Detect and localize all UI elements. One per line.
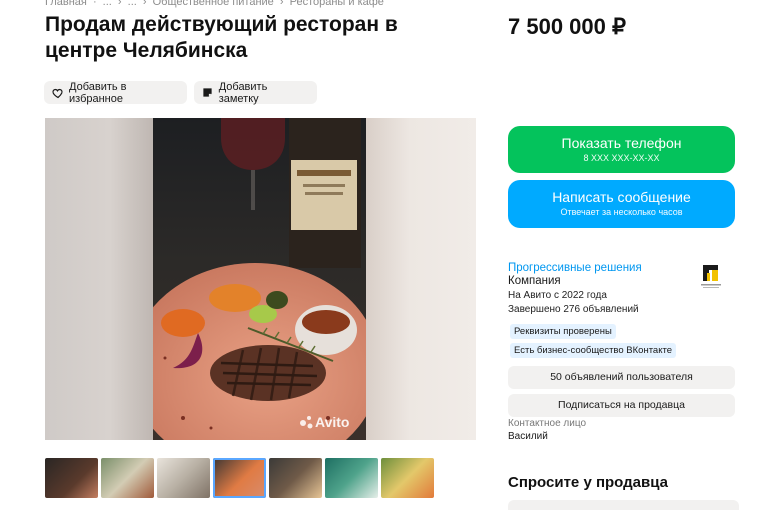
avito-watermark: Avito xyxy=(315,414,350,430)
thumbnail[interactable] xyxy=(157,458,210,498)
thumbnail[interactable] xyxy=(381,458,434,498)
seller-completed: Завершено 276 объявлений xyxy=(508,304,639,315)
show-phone-button[interactable]: Показать телефон 8 XXX XXX-XX-XX xyxy=(508,126,735,173)
thumbnail[interactable] xyxy=(101,458,154,498)
ask-seller-box[interactable] xyxy=(508,500,739,510)
write-message-label: Написать сообщение xyxy=(552,189,691,205)
contact-person-label: Контактное лицо xyxy=(508,418,587,429)
company-logo[interactable] xyxy=(694,259,728,293)
verified-badge: Реквизиты проверены xyxy=(510,324,616,339)
thumbnail-strip xyxy=(45,458,434,498)
add-note-label: Добавить заметку xyxy=(218,80,268,105)
user-ads-button[interactable]: 50 объявлений пользователя xyxy=(508,366,735,389)
response-time: Отвечает за несколько часов xyxy=(560,207,683,217)
breadcrumb-sep: › xyxy=(279,0,284,8)
breadcrumb-sep: › xyxy=(117,0,122,8)
thumbnail-active[interactable] xyxy=(213,458,266,498)
vk-community-badge[interactable]: Есть бизнес-сообщество ВКонтакте xyxy=(510,343,677,358)
breadcrumb-category[interactable]: Общественное питание xyxy=(153,0,274,8)
main-photo[interactable]: Avito xyxy=(153,118,366,440)
breadcrumb: Главная · ... › ... › Общественное питан… xyxy=(45,0,387,8)
breadcrumb-sep: › xyxy=(142,0,147,8)
gallery-blur-left xyxy=(45,118,153,440)
price: 7 500 000 ₽ xyxy=(508,14,626,39)
photo-gallery[interactable]: Avito xyxy=(45,118,476,440)
add-to-favorites-label: Добавить в избранное xyxy=(69,80,127,105)
write-message-button[interactable]: Написать сообщение Отвечает за несколько… xyxy=(508,180,735,228)
add-note-button[interactable]: Добавить заметку xyxy=(194,80,317,105)
gallery-blur-right xyxy=(366,118,476,440)
thumbnail[interactable] xyxy=(325,458,378,498)
thumbnail[interactable] xyxy=(269,458,322,498)
show-phone-label: Показать телефон xyxy=(561,135,682,151)
breadcrumb-ellipsis[interactable]: ... xyxy=(103,0,112,8)
breadcrumb-ellipsis[interactable]: ... xyxy=(128,0,137,8)
thumbnail[interactable] xyxy=(45,458,98,498)
subscribe-button[interactable]: Подписаться на продавца xyxy=(508,394,735,417)
contact-person-name: Василий xyxy=(508,431,548,442)
breadcrumb-home[interactable]: Главная xyxy=(45,0,87,8)
ask-seller-title: Спросите у продавца xyxy=(508,474,668,491)
breadcrumb-subcategory[interactable]: Рестораны и кафе xyxy=(290,0,384,8)
add-to-favorites-button[interactable]: Добавить в избранное xyxy=(44,80,187,105)
note-icon xyxy=(202,87,214,99)
page-title: Продам действующий ресторан в центре Чел… xyxy=(45,13,398,62)
heart-icon xyxy=(52,87,64,99)
breadcrumb-sep: · xyxy=(92,0,97,8)
phone-masked: 8 XXX XXX-XX-XX xyxy=(583,153,660,163)
